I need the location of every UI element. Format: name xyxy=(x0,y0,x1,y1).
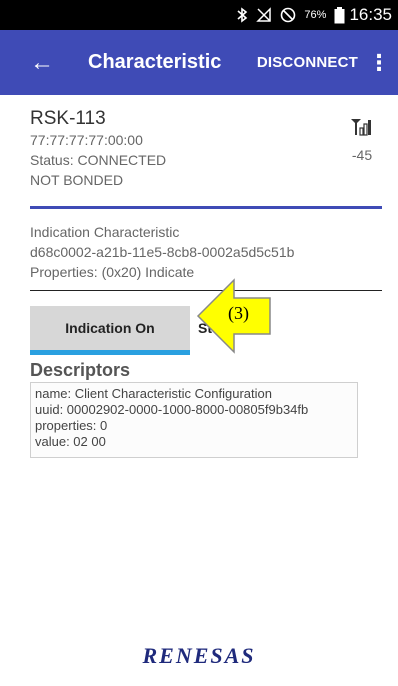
descriptors-heading: Descriptors xyxy=(30,360,131,380)
characteristic-info: Indication Characteristic d68c0002-a21b-… xyxy=(30,222,382,282)
page-title: Characteristic xyxy=(88,51,222,73)
indication-on-underline xyxy=(30,350,190,355)
device-info: RSK-113 77:77:77:77:00:00 Status: CONNEC… xyxy=(30,108,382,190)
back-arrow-icon[interactable]: ← xyxy=(30,50,54,75)
renesas-logo: RENESAS xyxy=(142,643,256,668)
connection-status: Status: CONNECTED xyxy=(30,152,167,168)
overflow-menu-icon[interactable]: ⋮ xyxy=(364,50,394,76)
device-address: 77:77:77:77:00:00 xyxy=(30,132,143,148)
descriptor-value: value: 02 00 xyxy=(35,434,106,449)
disconnect-button[interactable]: DISCONNECT xyxy=(257,54,358,71)
battery-icon xyxy=(334,6,345,24)
descriptor-uuid: uuid: 00002902-0000-1000-8000-00805f9b34… xyxy=(35,402,309,417)
descriptor-properties: properties: 0 xyxy=(35,418,108,433)
characteristic-name: Indication Characteristic xyxy=(30,224,180,240)
battery-percent: 76% xyxy=(304,9,327,21)
rssi-value: -45 xyxy=(351,147,373,163)
status-bar: 76% 16:35 xyxy=(0,0,398,30)
indication-on-button[interactable]: Indication On xyxy=(30,306,190,350)
descriptor-name: name: Client Characteristic Configuratio… xyxy=(35,386,272,401)
signal-bars-icon xyxy=(351,119,373,140)
app-bar: ← Characteristic DISCONNECT ⋮ xyxy=(0,30,398,95)
signal-strength: -45 xyxy=(342,118,382,163)
descriptor-item[interactable]: name: Client Characteristic Configuratio… xyxy=(30,382,358,458)
no-signal-icon xyxy=(256,7,272,23)
dnd-icon xyxy=(280,7,296,23)
device-divider xyxy=(30,206,382,209)
bluetooth-icon xyxy=(236,7,248,23)
characteristic-uuid: d68c0002-a21b-11e5-8cb8-0002a5d5c51b xyxy=(30,244,295,260)
clock: 16:35 xyxy=(349,5,392,24)
device-name: RSK-113 xyxy=(30,108,106,129)
annotation-label: (3) xyxy=(228,303,249,323)
bond-status: NOT BONDED xyxy=(30,172,124,188)
